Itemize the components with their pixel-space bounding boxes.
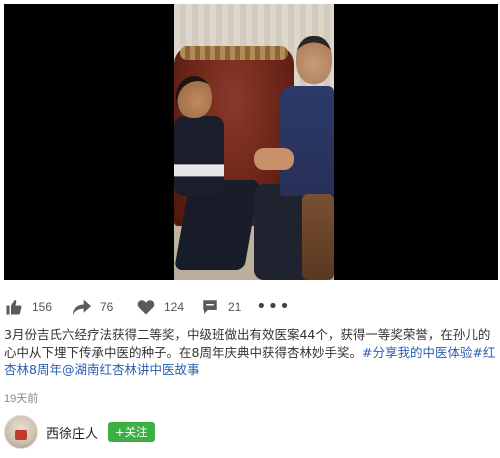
comment-button[interactable]: 21 (200, 292, 241, 322)
avatar-image (15, 430, 27, 440)
action-bar: 156 76 124 21 ••• (0, 292, 500, 322)
hashtag-link[interactable]: #分享我的中医体验 (362, 345, 472, 360)
favorite-button[interactable]: 124 (136, 292, 184, 322)
comment-bubble-icon (200, 297, 220, 317)
video-boy-head (176, 76, 212, 118)
more-dots-icon: ••• (256, 296, 291, 317)
video-chair (302, 194, 334, 280)
post-time: 19天前 (4, 393, 39, 405)
follow-button[interactable]: +关注 (108, 422, 155, 442)
share-count: 76 (100, 300, 114, 314)
video-frame (174, 4, 334, 280)
post-body: 3月份吉氏六经疗法获得二等奖，中级班做出有效医案44个，获得一等奖荣誉，在孙儿的… (4, 326, 498, 379)
more-button[interactable]: ••• (256, 292, 291, 322)
like-button[interactable]: 156 (4, 292, 52, 322)
heart-icon (136, 297, 156, 317)
video-man-head (296, 36, 332, 84)
video-man-body (280, 86, 334, 196)
thumbs-up-icon (4, 297, 24, 317)
avatar[interactable] (4, 415, 38, 449)
mention-link[interactable]: @湖南红杏林讲中医故事 (62, 362, 200, 377)
like-count: 156 (32, 300, 53, 314)
video-player[interactable] (4, 4, 498, 280)
video-boy-body (174, 116, 224, 196)
favorite-count: 124 (164, 300, 185, 314)
share-arrow-icon (72, 297, 92, 317)
author-name[interactable]: 西徐庄人 (46, 423, 98, 442)
author-row: 西徐庄人 +关注 (4, 414, 155, 450)
comment-count: 21 (228, 300, 242, 314)
video-sofa-trim (180, 46, 288, 60)
share-button[interactable]: 76 (72, 292, 113, 322)
video-hands (254, 148, 294, 170)
